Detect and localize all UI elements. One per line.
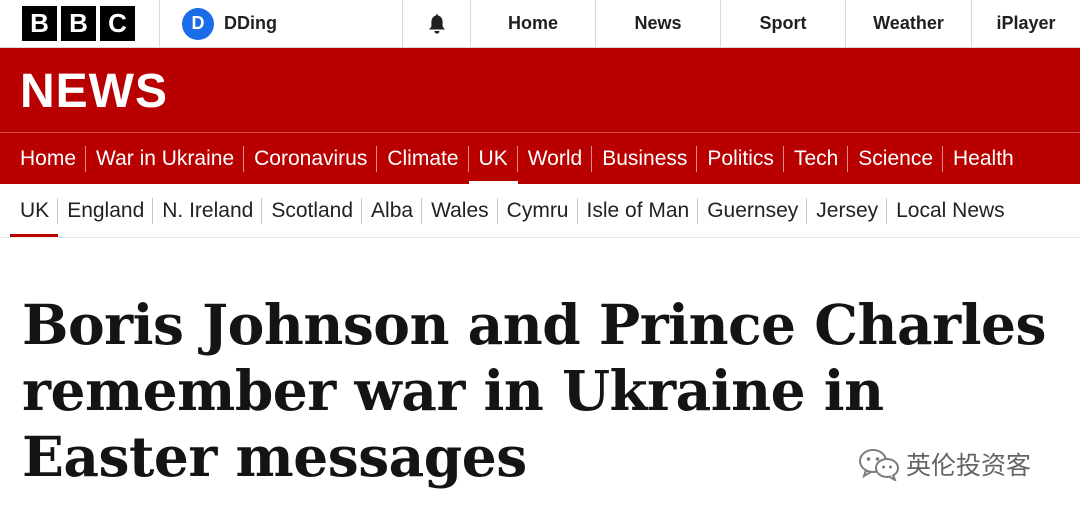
topnav-sport[interactable]: Sport: [721, 0, 846, 47]
sub-nav-uk[interactable]: UK: [0, 184, 59, 237]
sub-nav-guernsey[interactable]: Guernsey: [698, 184, 808, 237]
watermark: 英伦投资客: [858, 446, 1031, 482]
section-nav-home[interactable]: Home: [0, 133, 87, 184]
logo-letter-c: C: [100, 6, 135, 41]
topnav-weather[interactable]: Weather: [846, 0, 972, 47]
sub-nav-n-ireland[interactable]: N. Ireland: [153, 184, 263, 237]
logo-letter-b1: B: [22, 6, 57, 41]
sub-nav-scotland[interactable]: Scotland: [262, 184, 362, 237]
section-nav-war-in-ukraine[interactable]: War in Ukraine: [86, 133, 245, 184]
account-button[interactable]: D DDing: [160, 0, 403, 47]
sub-nav-alba[interactable]: Alba: [362, 184, 423, 237]
logo-letter-b2: B: [61, 6, 96, 41]
news-logo[interactable]: NEWS: [20, 68, 168, 116]
topnav-home[interactable]: Home: [471, 0, 596, 47]
sub-nav-wales[interactable]: Wales: [422, 184, 498, 237]
watermark-text: 英伦投资客: [906, 451, 1032, 480]
section-nav-health[interactable]: Health: [943, 133, 1024, 184]
news-banner: NEWS: [0, 48, 1080, 132]
sub-nav-cymru[interactable]: Cymru: [498, 184, 578, 237]
sub-nav-jersey[interactable]: Jersey: [807, 184, 887, 237]
account-name: DDing: [224, 13, 277, 33]
section-nav-climate[interactable]: Climate: [377, 133, 469, 184]
section-nav-politics[interactable]: Politics: [697, 133, 784, 184]
bell-icon: [428, 13, 445, 34]
section-nav-science[interactable]: Science: [848, 133, 943, 184]
notifications-button[interactable]: [403, 0, 471, 47]
sub-nav-local-news[interactable]: Local News: [887, 184, 1014, 237]
section-nav-uk[interactable]: UK: [468, 133, 518, 184]
section-nav: Home War in Ukraine Coronavirus Climate …: [0, 132, 1080, 184]
topnav-news[interactable]: News: [596, 0, 721, 47]
bbc-logo[interactable]: B B C: [0, 0, 160, 47]
section-nav-world[interactable]: World: [518, 133, 593, 184]
section-nav-business[interactable]: Business: [592, 133, 698, 184]
section-nav-tech[interactable]: Tech: [784, 133, 849, 184]
sub-nav-isle-of-man[interactable]: Isle of Man: [578, 184, 699, 237]
topnav-iplayer[interactable]: iPlayer: [972, 0, 1080, 47]
sub-nav: UK England N. Ireland Scotland Alba Wale…: [0, 184, 1080, 238]
section-nav-coronavirus[interactable]: Coronavirus: [244, 133, 378, 184]
avatar: D: [182, 7, 214, 40]
sub-nav-england[interactable]: England: [58, 184, 154, 237]
wechat-icon: [859, 449, 899, 481]
top-bar: B B C D DDing Home News Sport Weather iP…: [0, 0, 1080, 48]
